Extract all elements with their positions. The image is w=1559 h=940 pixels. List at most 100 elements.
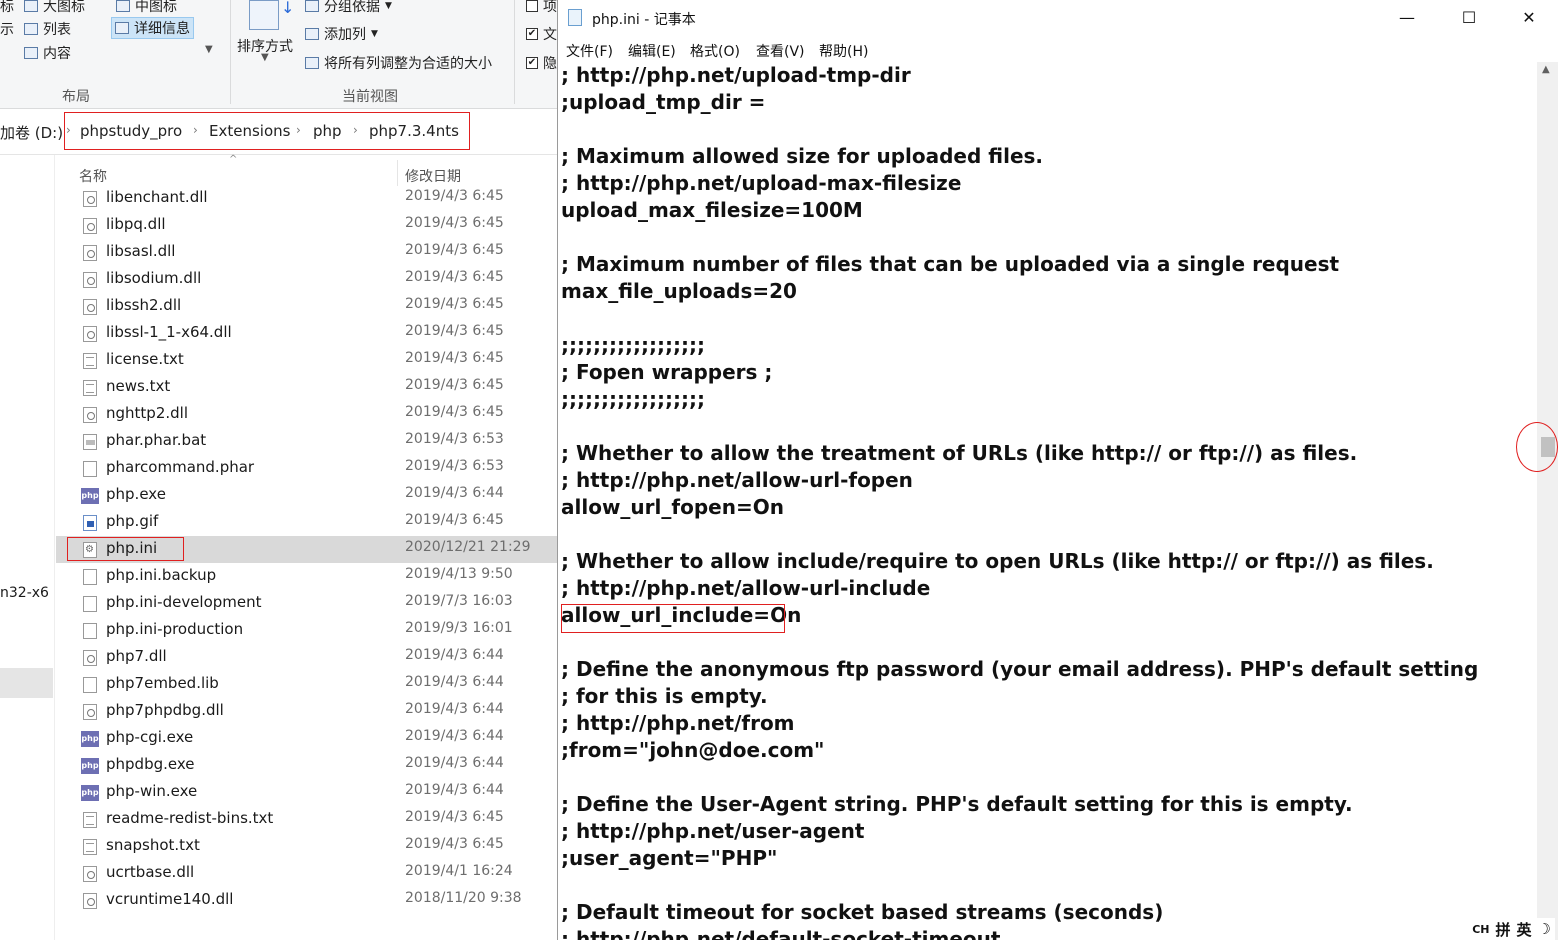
vertical-scrollbar[interactable]: ▲ (1537, 62, 1558, 940)
file-row[interactable]: libsodium.dll 2019/4/3 6:45 (56, 266, 557, 293)
file-row[interactable]: snapshot.txt 2019/4/3 6:45 (56, 833, 557, 860)
file-name: phpdbg.exe (106, 755, 195, 773)
file-date-modified: 2020/12/21 21:29 (405, 539, 531, 555)
close-button[interactable]: ✕ (1506, 4, 1552, 32)
file-date-modified: 2019/4/3 6:45 (405, 512, 504, 528)
file-row[interactable]: php php-cgi.exe 2019/4/3 6:44 (56, 725, 557, 752)
file-row[interactable]: php php.exe 2019/4/3 6:44 (56, 482, 557, 509)
ime-english[interactable]: 英 (1517, 919, 1532, 940)
text-line: ;upload_tmp_dir = (561, 90, 766, 114)
file-extension-toggle[interactable]: ✔ 文 (526, 24, 557, 44)
file-row[interactable]: php7.dll 2019/4/3 6:44 (56, 644, 557, 671)
layout-expand-icon[interactable]: ▼ (205, 44, 213, 55)
file-row[interactable]: libssl-1_1-x64.dll 2019/4/3 6:45 (56, 320, 557, 347)
menu-format[interactable]: 格式(O) (690, 41, 740, 61)
file-row[interactable]: nghttp2.dll 2019/4/3 6:45 (56, 401, 557, 428)
size-all-columns-button[interactable]: 将所有列调整为合适的大小 (305, 53, 492, 73)
text-line: ; Define the anonymous ftp password (you… (561, 657, 1479, 681)
notepad-text-area[interactable]: ; http://php.net/upload-tmp-dir ;upload_t… (561, 62, 1536, 940)
file-row[interactable]: libsasl.dll 2019/4/3 6:45 (56, 239, 557, 266)
view-list-button[interactable]: 列表 (24, 19, 71, 39)
view-medium-icons-button[interactable]: 中图标 (116, 0, 177, 16)
dll-file-icon (83, 272, 97, 288)
column-header-date-modified[interactable]: 修改日期 (405, 166, 461, 186)
column-header-name[interactable]: 名称 (79, 166, 107, 186)
ime-pinyin[interactable]: 拼 (1496, 919, 1511, 940)
file-name: php7embed.lib (106, 674, 219, 692)
list-view-icon (24, 23, 38, 35)
maximize-button[interactable]: ☐ (1446, 4, 1492, 32)
address-bar[interactable]: 加卷 (D:) › phpstudy_pro › Extensions › ph… (0, 110, 557, 155)
nav-item-fragment[interactable]: n32-x6 (0, 585, 49, 601)
file-row[interactable]: libssh2.dll 2019/4/3 6:45 (56, 293, 557, 320)
file-row[interactable]: ucrtbase.dll 2019/4/1 16:24 (56, 860, 557, 887)
file-date-modified: 2019/9/3 16:01 (405, 620, 513, 636)
file-row[interactable]: php.ini-development 2019/7/3 16:03 (56, 590, 557, 617)
dll-file-icon (83, 407, 97, 423)
file-row[interactable]: license.txt 2019/4/3 6:45 (56, 347, 557, 374)
php-exe-file-icon: php (81, 758, 99, 774)
group-by-icon (305, 0, 319, 12)
file-name: libsasl.dll (106, 242, 176, 260)
ime-language[interactable]: CH (1472, 923, 1489, 936)
file-name: php-win.exe (106, 782, 198, 800)
item-checkbox-toggle[interactable]: 项 (526, 0, 557, 16)
view-details-button[interactable]: 详细信息 (111, 17, 194, 39)
menu-file[interactable]: 文件(F) (566, 41, 613, 61)
menu-edit[interactable]: 编辑(E) (628, 41, 676, 61)
moon-icon[interactable]: ☽ (1538, 920, 1551, 938)
hidden-items-toggle[interactable]: ✔ 隐 (526, 53, 557, 73)
file-name: snapshot.txt (106, 836, 200, 854)
file-row[interactable]: phar.phar.bat 2019/4/3 6:53 (56, 428, 557, 455)
text-line: ; for this is empty. (561, 684, 768, 708)
file-row[interactable]: php php-win.exe 2019/4/3 6:44 (56, 779, 557, 806)
view-content-button[interactable]: 内容 (24, 43, 71, 63)
file-date-modified: 2018/11/20 9:38 (405, 890, 522, 906)
highlight-scroll-thumb-circle (1516, 422, 1558, 472)
file-row[interactable]: readme-redist-bins.txt 2019/4/3 6:45 (56, 806, 557, 833)
text-line: ; Default timeout for socket based strea… (561, 900, 1164, 924)
file-row[interactable]: php7embed.lib 2019/4/3 6:44 (56, 671, 557, 698)
menu-help[interactable]: 帮助(H) (819, 41, 868, 61)
checkbox-checked-icon: ✔ (526, 57, 538, 69)
file-file-icon (83, 461, 97, 477)
file-name: php7phpdbg.dll (106, 701, 224, 719)
view-large-icons-button[interactable]: 大图标 (24, 0, 85, 16)
nav-selected-item[interactable] (0, 668, 53, 698)
address-drive[interactable]: 加卷 (D:) (0, 122, 63, 143)
medium-icons-icon (116, 0, 130, 12)
file-row[interactable]: pharcommand.phar 2019/4/3 6:53 (56, 455, 557, 482)
file-row[interactable]: php.ini-production 2019/9/3 16:01 (56, 617, 557, 644)
file-name: news.txt (106, 377, 171, 395)
column-separator[interactable] (397, 160, 398, 186)
notepad-title-bar[interactable]: php.ini - 记事本 — ☐ ✕ (558, 0, 1559, 36)
large-icons-icon (24, 0, 38, 12)
view-large-icons-frag[interactable]: 标 (0, 0, 14, 16)
file-row[interactable]: news.txt 2019/4/3 6:45 (56, 374, 557, 401)
file-row[interactable]: php7phpdbg.dll 2019/4/3 6:44 (56, 698, 557, 725)
sort-by-dropdown-icon: ▼ (261, 52, 269, 63)
file-row[interactable]: libpq.dll 2019/4/3 6:45 (56, 212, 557, 239)
gif-file-icon (83, 515, 97, 531)
file-row[interactable]: php.ini.backup 2019/4/13 9:50 (56, 563, 557, 590)
file-row[interactable]: php.gif 2019/4/3 6:45 (56, 509, 557, 536)
file-row[interactable]: libenchant.dll 2019/4/3 6:45 (56, 185, 557, 212)
add-column-button[interactable]: 添加列 ▼ (305, 24, 378, 44)
text-line: ; http://php.net/upload-tmp-dir (561, 63, 911, 87)
file-date-modified: 2019/4/3 6:53 (405, 431, 504, 447)
text-line: max_file_uploads=20 (561, 279, 797, 303)
dll-file-icon (83, 650, 97, 666)
file-row[interactable]: php phpdbg.exe 2019/4/3 6:44 (56, 752, 557, 779)
file-row[interactable]: vcruntime140.dll 2018/11/20 9:38 (56, 887, 557, 914)
minimize-button[interactable]: — (1384, 4, 1430, 32)
view-small-icons-frag[interactable]: 示 (0, 19, 14, 39)
text-line: ; Whether to allow include/require to op… (561, 549, 1434, 573)
group-by-button[interactable]: 分组依据 ▼ (305, 0, 392, 16)
file-date-modified: 2019/4/3 6:45 (405, 269, 504, 285)
checkbox-checked-icon: ✔ (526, 28, 538, 40)
highlight-allow-url-include-box (561, 604, 785, 633)
add-column-dropdown-icon: ▼ (371, 29, 378, 39)
scroll-up-icon[interactable]: ▲ (1542, 64, 1550, 75)
add-column-icon (305, 28, 319, 40)
menu-view[interactable]: 查看(V) (756, 41, 805, 61)
